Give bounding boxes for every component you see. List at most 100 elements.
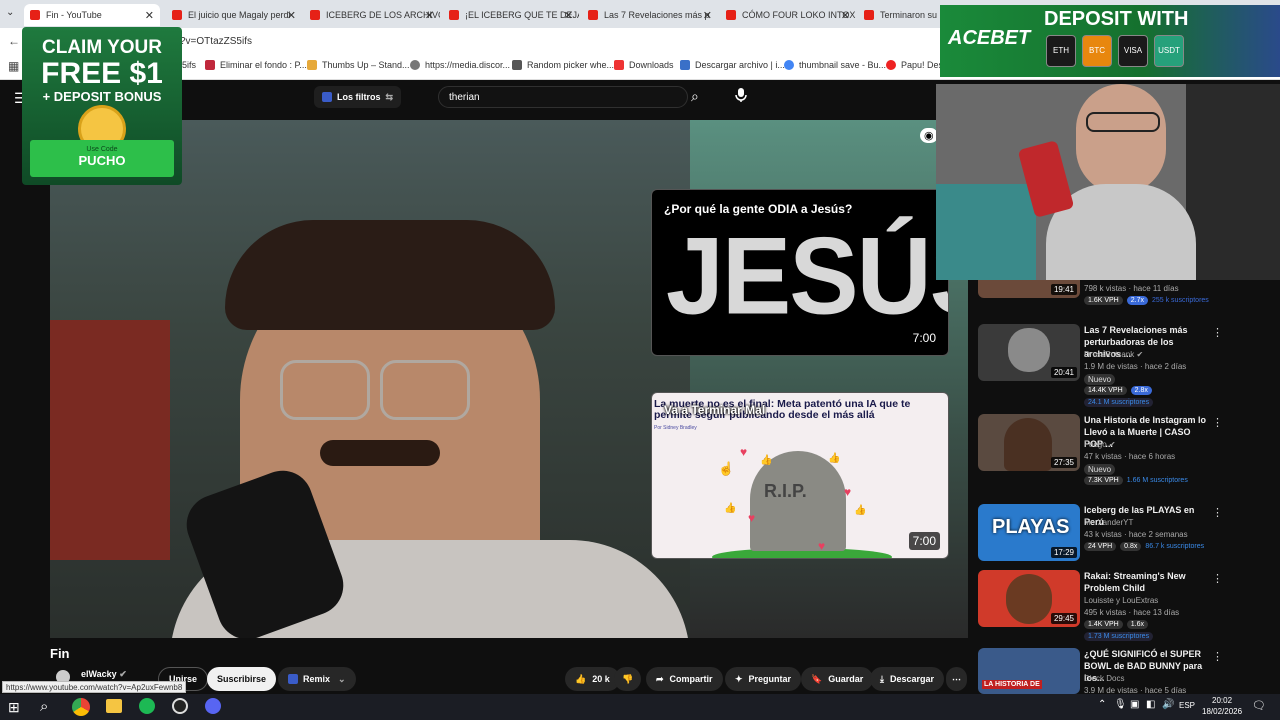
video-player[interactable]: ◉ ¿Por qué la gente ODIA a Jesús? JESÚS …	[50, 120, 968, 638]
tab-fin-youtube[interactable]: Fin - YouTube ✕	[24, 4, 160, 26]
windows-start-icon[interactable]: ⊞	[8, 699, 20, 716]
new-badge: Nuevo	[1084, 464, 1116, 475]
close-tab-icon[interactable]: ✕	[564, 9, 573, 22]
microphone-icon[interactable]	[734, 87, 748, 103]
promo-code: PUCHO	[78, 153, 126, 168]
recommendation-thumbnail[interactable]: 27:35	[978, 414, 1080, 471]
ask-button[interactable]: ✦ Preguntar	[725, 667, 802, 691]
tab-label: Las 7 Revelaciones más p	[604, 10, 710, 20]
close-tab-icon[interactable]: ✕	[703, 9, 712, 22]
bookmark-item[interactable]: Eliminar el fondo : P...	[205, 60, 307, 70]
search-icon[interactable]: ⌕	[691, 88, 699, 105]
recommendation-item[interactable]: 20:41 Las 7 Revelaciones más perturbador…	[978, 324, 1223, 408]
more-vert-icon[interactable]: ⋮	[1212, 506, 1223, 519]
recommendation-item[interactable]: 29:45 Rakai: Streaming's New Problem Chi…	[978, 570, 1223, 642]
channel-name: DrossRotzank	[1084, 350, 1135, 359]
notifications-icon[interactable]: 🗨	[1252, 699, 1266, 712]
clock-date[interactable]: 18/02/2026	[1202, 707, 1242, 716]
bookmark-item[interactable]: Downloads	[614, 60, 674, 70]
share-button[interactable]: ➦ Compartir	[646, 667, 723, 691]
back-arrow-icon[interactable]: ←	[8, 34, 20, 48]
file-explorer-icon[interactable]	[106, 699, 122, 713]
vph-badge: 14.4K VPH	[1084, 386, 1127, 395]
recommendation-thumbnail[interactable]: LA HISTORIA DE	[978, 648, 1080, 694]
tab-list-chevron-icon[interactable]: ⌄	[6, 7, 14, 18]
recommendation-item[interactable]: LA HISTORIA DE ¿QUÉ SIGNIFICÓ el SUPER B…	[978, 648, 1223, 695]
clock-time[interactable]: 20:02	[1212, 696, 1232, 705]
bookmark-item[interactable]: Thumbs Up – Stand...	[307, 60, 410, 70]
more-vert-icon[interactable]: ⋮	[1212, 650, 1223, 663]
discord-icon[interactable]	[205, 698, 221, 714]
recommendation-thumbnail[interactable]: 29:45	[978, 570, 1080, 627]
search-input[interactable]: therian	[438, 86, 688, 108]
deposit-headline: DEPOSIT WITH	[1044, 8, 1189, 30]
globe-icon	[410, 60, 420, 70]
subscribe-button[interactable]: Suscribirse	[207, 667, 277, 691]
volume-icon[interactable]: 🔊	[1162, 699, 1174, 710]
bookmark-item[interactable]: 5ifs	[182, 60, 196, 70]
duration-badge: 29:45	[1050, 613, 1077, 624]
bookmark-item[interactable]: https://media.discor...	[410, 60, 510, 70]
subscribe-label: Suscribirse	[217, 674, 267, 684]
tab-iceberg-deja[interactable]: ¡EL ICEBERG QUE TE DEJA ✕	[443, 4, 579, 26]
eye-off-icon[interactable]: ◉	[920, 128, 938, 143]
more-vert-icon[interactable]: ⋮	[1212, 572, 1223, 585]
bookmark-item[interactable]: Papu! Desp	[886, 60, 948, 70]
recommendation-thumbnail[interactable]: PLAYAS 17:29	[978, 504, 1080, 561]
glasses-left	[280, 360, 370, 420]
close-tab-icon[interactable]: ✕	[145, 9, 154, 22]
search-value: therian	[449, 92, 480, 103]
endcard-terminar-mal[interactable]: La muerte no es el final: Meta patentó u…	[651, 392, 949, 559]
obs-icon[interactable]	[172, 698, 188, 714]
download-icon: ⤓	[880, 673, 884, 684]
recommendation-thumbnail[interactable]: 20:41	[978, 324, 1080, 381]
tab-terminaron[interactable]: Terminaron su re	[858, 4, 938, 26]
url-field[interactable]: ?v=OTtazZS5ifs	[180, 36, 252, 47]
chrome-icon[interactable]	[72, 698, 90, 716]
tab-revelaciones[interactable]: Las 7 Revelaciones más p ✕	[582, 4, 718, 26]
tab-four-loko[interactable]: CÓMO FOUR LOKO INTOX ✕	[720, 4, 856, 26]
btc-icon: BTC	[1082, 35, 1112, 67]
more-actions-button[interactable]: ⋯	[946, 667, 967, 691]
search-icon[interactable]: ⌕	[40, 698, 48, 715]
remix-button[interactable]: Remix ⌄	[278, 667, 356, 691]
eth-icon: ETH	[1046, 35, 1076, 67]
apps-grid-icon[interactable]: ▦	[8, 59, 19, 73]
tray-app-icon[interactable]: ▣	[1130, 699, 1139, 710]
endcard-jesus[interactable]: ¿Por qué la gente ODIA a Jesús? JESÚS 7:…	[651, 189, 949, 356]
skull-statue-image	[1008, 328, 1050, 372]
tray-mic-icon[interactable]: 🎙	[1114, 699, 1127, 710]
recommendation-item[interactable]: PLAYAS 17:29 Iceberg de las PLAYAS en Pe…	[978, 504, 1223, 562]
vph-badge: 7.3K VPH	[1084, 476, 1123, 485]
spotify-icon[interactable]	[139, 698, 155, 714]
channel-name-row[interactable]: elWacky ✔	[81, 669, 127, 680]
download-button[interactable]: ⤓ Descargar	[870, 667, 945, 691]
close-tab-icon[interactable]: ✕	[425, 9, 434, 22]
network-icon[interactable]: ◧	[1146, 699, 1155, 710]
bookmark-item[interactable]: Random picker whe...	[512, 60, 614, 70]
more-vert-icon[interactable]: ⋮	[1212, 416, 1223, 429]
dislike-button[interactable]: 👎	[614, 667, 642, 691]
close-tab-icon[interactable]: ✕	[287, 9, 296, 22]
recommendation-item[interactable]: 19:41 798 k vistas · hace 11 días 1.6K V…	[978, 274, 1218, 310]
tray-chevron-icon[interactable]: ⌃	[1098, 699, 1106, 710]
method-label: BTC	[1089, 46, 1105, 55]
bookmark-item[interactable]: thumbnail save - Bu...	[784, 60, 886, 70]
more-vert-icon[interactable]: ⋮	[1212, 326, 1223, 339]
chevron-down-icon[interactable]: ⌄	[338, 674, 346, 685]
filters-button[interactable]: Los filtros ⇆	[314, 86, 402, 108]
vph-badge: 24 VPH	[1084, 542, 1117, 551]
like-button[interactable]: 👍 20 k	[565, 667, 620, 691]
tab-iceberg-archivos[interactable]: ICEBERG DE LOS ARCHIVO ✕	[304, 4, 440, 26]
language-indicator[interactable]: ESP	[1179, 701, 1195, 710]
channel-name: Mr. XanderYT	[1084, 518, 1134, 527]
mustache	[320, 440, 440, 466]
endcard-duration: 7:00	[908, 532, 940, 550]
video-meta: 43 k vistas · hace 2 semanas	[1084, 530, 1188, 539]
close-tab-icon[interactable]: ✕	[841, 9, 850, 22]
save-button[interactable]: 🔖 Guardar	[801, 667, 874, 691]
tab-magaly[interactable]: El juicio que Magaly perdi ✕	[166, 4, 302, 26]
bookmark-item[interactable]: Descargar archivo | i...	[680, 60, 785, 70]
bookmark-label: Downloads	[629, 60, 674, 70]
recommendation-item[interactable]: 27:35 Una Historia de Instagram lo Llevó…	[978, 414, 1223, 498]
